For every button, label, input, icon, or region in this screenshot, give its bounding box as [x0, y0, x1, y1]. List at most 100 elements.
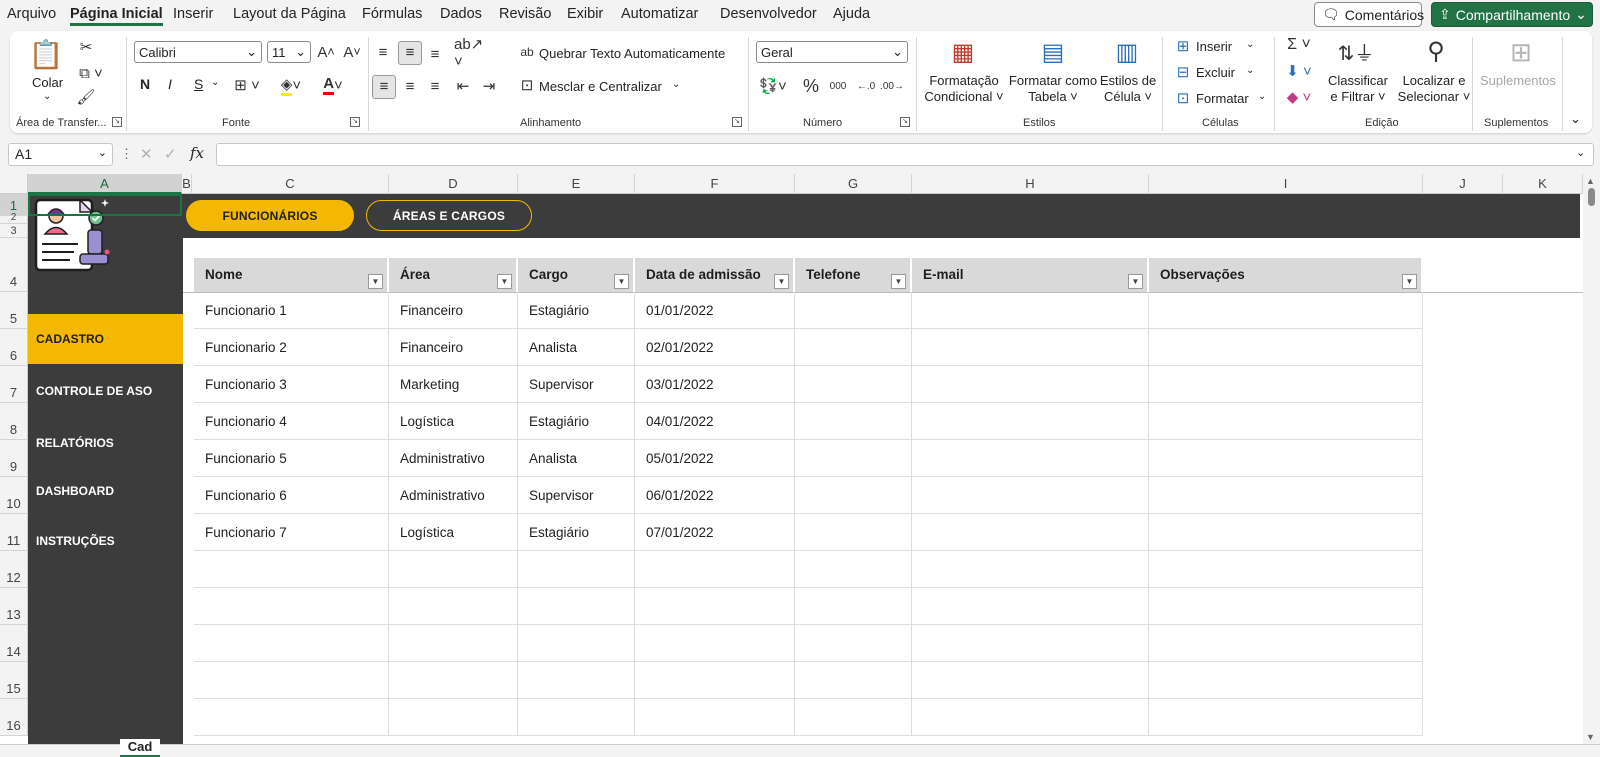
addins-button[interactable]: Suplementos: [1480, 73, 1556, 88]
decrease-indent-icon[interactable]: ⇤: [452, 75, 474, 97]
table-cell[interactable]: [518, 551, 635, 588]
table-cell[interactable]: [1149, 440, 1423, 477]
active-cell-a1[interactable]: [28, 194, 182, 216]
table-cell[interactable]: [389, 662, 518, 699]
table-cell[interactable]: Analista: [518, 440, 635, 477]
table-cell[interactable]: [194, 699, 389, 736]
sidebar-item-relatorios[interactable]: RELATÓRIOS: [28, 418, 183, 468]
sidebar-item-dashboard[interactable]: DASHBOARD: [28, 466, 183, 516]
table-cell[interactable]: [795, 588, 912, 625]
percent-icon[interactable]: %: [800, 75, 822, 97]
align-right-icon[interactable]: ≡: [424, 75, 446, 97]
table-cell[interactable]: Administrativo: [389, 477, 518, 514]
table-cell[interactable]: [912, 477, 1149, 514]
menu-revisao[interactable]: Revisão: [499, 6, 551, 22]
worksheet-grid[interactable]: A B C D E F G H I J K 1 2 3 4 5 6 7 8 9 …: [0, 174, 1600, 744]
table-cell[interactable]: Estagiário: [518, 403, 635, 440]
italic-button[interactable]: I: [168, 76, 172, 92]
table-cell[interactable]: [194, 551, 389, 588]
vertical-scrollbar[interactable]: ▲ ▼: [1583, 174, 1600, 744]
orientation-icon[interactable]: ab↗ ˅: [454, 36, 488, 70]
column-header[interactable]: A: [28, 174, 182, 194]
paste-button[interactable]: Colar: [32, 75, 63, 90]
table-cell[interactable]: [795, 440, 912, 477]
menu-ajuda[interactable]: Ajuda: [833, 6, 870, 22]
row-header[interactable]: 10: [0, 477, 28, 514]
table-cell[interactable]: 07/01/2022: [635, 514, 795, 551]
table-cell[interactable]: [1149, 292, 1423, 329]
paste-icon[interactable]: 📋: [26, 37, 66, 71]
row-header[interactable]: 6: [0, 329, 28, 366]
sidebar-item-controle-aso[interactable]: CONTROLE DE ASO: [28, 366, 183, 416]
find-select-button[interactable]: Localizar e Selecionar ˅: [1394, 73, 1474, 105]
row-header[interactable]: 7: [0, 366, 28, 403]
enter-icon[interactable]: ✓: [164, 145, 177, 163]
table-cell[interactable]: [194, 662, 389, 699]
thousands-icon[interactable]: 000: [826, 75, 850, 97]
table-cell[interactable]: [194, 625, 389, 662]
table-cell[interactable]: [795, 551, 912, 588]
tab-funcionarios[interactable]: FUNCIONÁRIOS: [186, 200, 354, 231]
format-as-table-button[interactable]: Formatar como Tabela ˅: [1008, 73, 1098, 105]
row-header[interactable]: 3: [0, 224, 28, 238]
table-cell[interactable]: [194, 588, 389, 625]
align-left-icon[interactable]: ≡: [373, 75, 395, 97]
table-cell[interactable]: [795, 403, 912, 440]
table-cell[interactable]: [795, 477, 912, 514]
table-cell[interactable]: [795, 699, 912, 736]
table-cell[interactable]: 05/01/2022: [635, 440, 795, 477]
column-header[interactable]: I: [1149, 174, 1423, 194]
row-header[interactable]: 16: [0, 699, 28, 736]
table-cell[interactable]: [1149, 625, 1423, 662]
menu-desenvolvedor[interactable]: Desenvolvedor: [720, 6, 817, 22]
column-header[interactable]: B: [182, 174, 192, 194]
table-cell[interactable]: 03/01/2022: [635, 366, 795, 403]
cancel-icon[interactable]: ✕: [140, 145, 153, 163]
column-header[interactable]: D: [389, 174, 518, 194]
table-cell[interactable]: [389, 551, 518, 588]
table-cell[interactable]: [912, 329, 1149, 366]
collapse-ribbon-icon[interactable]: ⌄: [1570, 111, 1581, 127]
table-cell[interactable]: Estagiário: [518, 514, 635, 551]
name-box[interactable]: A1 ⌄: [8, 143, 113, 166]
table-cell[interactable]: [1149, 366, 1423, 403]
decrease-decimal-icon[interactable]: .00→: [880, 75, 904, 97]
column-header[interactable]: K: [1503, 174, 1583, 194]
filter-dropdown-icon[interactable]: ▼: [1128, 274, 1143, 289]
table-cell[interactable]: [518, 588, 635, 625]
align-middle-icon[interactable]: ≡: [399, 41, 421, 63]
align-center-icon[interactable]: ≡: [399, 75, 421, 97]
row-header[interactable]: 4: [0, 238, 28, 292]
chevron-down-icon[interactable]: ⌄: [1246, 39, 1254, 50]
row-header[interactable]: 8: [0, 403, 28, 440]
table-cell[interactable]: Financeiro: [389, 329, 518, 366]
row-header[interactable]: 14: [0, 625, 28, 662]
table-cell[interactable]: [795, 366, 912, 403]
table-cell[interactable]: [389, 625, 518, 662]
table-cell[interactable]: 01/01/2022: [635, 292, 795, 329]
dialog-launcher-icon[interactable]: ↘: [732, 117, 742, 127]
table-cell[interactable]: Logística: [389, 514, 518, 551]
dialog-launcher-icon[interactable]: ↘: [350, 117, 360, 127]
filter-dropdown-icon[interactable]: ▼: [614, 274, 629, 289]
formula-input[interactable]: [216, 143, 1594, 166]
delete-cells-button[interactable]: Excluir: [1196, 65, 1235, 80]
chevron-down-icon[interactable]: ⌄: [211, 77, 219, 88]
table-cell[interactable]: [795, 514, 912, 551]
wrap-text-icon[interactable]: ab: [518, 43, 536, 61]
table-cell[interactable]: [795, 662, 912, 699]
format-table-icon[interactable]: ▤: [1036, 37, 1070, 67]
table-cell[interactable]: Funcionario 1: [194, 292, 389, 329]
column-header[interactable]: J: [1423, 174, 1503, 194]
number-format-select[interactable]: Geral ⌄: [756, 41, 908, 63]
table-cell[interactable]: [635, 662, 795, 699]
table-cell[interactable]: [912, 662, 1149, 699]
row-header[interactable]: 5: [0, 292, 28, 329]
table-cell[interactable]: Financeiro: [389, 292, 518, 329]
expand-formula-icon[interactable]: ⌄: [1576, 146, 1585, 159]
table-cell[interactable]: [1149, 699, 1423, 736]
table-cell[interactable]: [1149, 477, 1423, 514]
table-cell[interactable]: Supervisor: [518, 477, 635, 514]
scroll-thumb[interactable]: [1588, 188, 1595, 206]
table-cell[interactable]: [635, 699, 795, 736]
